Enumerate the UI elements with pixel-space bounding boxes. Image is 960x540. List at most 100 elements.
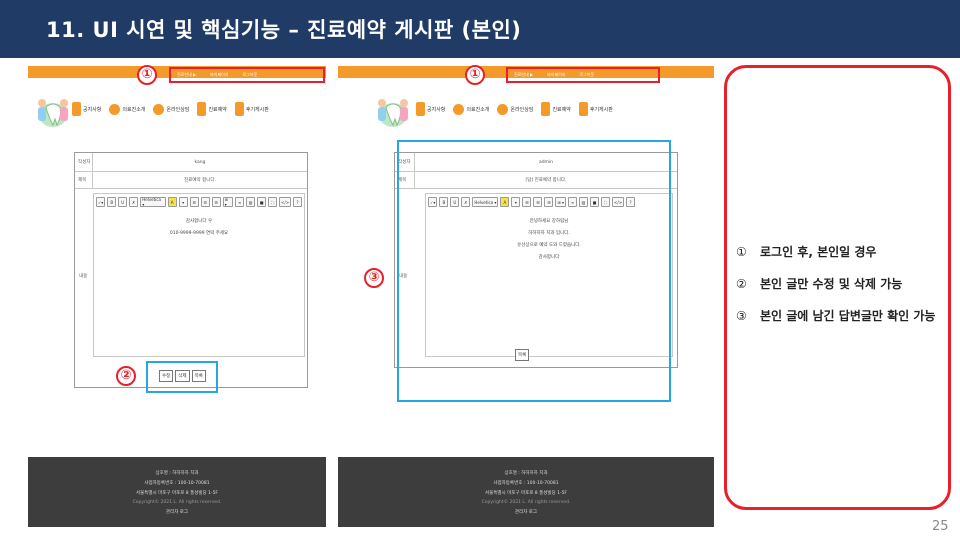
subject-row: 제목 진료예약 합니다. xyxy=(75,172,307,189)
ordered-list-button[interactable]: ☰ xyxy=(200,197,210,207)
page-number: 25 xyxy=(932,519,949,534)
feature-note: ① 로그인 후, 본인일 경우 xyxy=(736,236,946,268)
note-number: ③ xyxy=(736,309,747,323)
clinic-logo-icon xyxy=(38,99,68,127)
clinic-logo-icon xyxy=(378,99,408,127)
footer-admin-link[interactable]: 관리자 로그 xyxy=(515,509,537,515)
note-number: ① xyxy=(736,245,747,259)
align-button[interactable]: ☰ xyxy=(211,197,221,207)
content-label: 내용 xyxy=(79,274,88,279)
list-icon xyxy=(234,102,244,116)
footer-admin-link[interactable]: 관리자 로그 xyxy=(166,509,188,515)
note-text: 본인 글만 수정 및 삭제 가능 xyxy=(760,277,903,291)
nav-item-reservation[interactable]: 진료예약 xyxy=(197,102,227,116)
highlight-buttons-box xyxy=(146,361,218,393)
footer-company: 상호명 : 하하하하 치과 xyxy=(504,470,548,476)
nav-label: 진료예약 xyxy=(552,106,571,113)
slide-title: 11. UI 시연 및 핵심기능 – 진료예약 게시판 (본인) xyxy=(46,18,522,42)
style-button[interactable]: ✓▾ xyxy=(96,197,106,207)
nav-item-consult[interactable]: 온라인상담 xyxy=(497,103,534,115)
author-row: 작성자 kang xyxy=(75,153,307,172)
plus-icon xyxy=(109,103,121,115)
footer-company: 상호명 : 하하하하 치과 xyxy=(155,470,199,476)
nav-label: 온라인상담 xyxy=(166,106,190,113)
main-nav: 공지사항 의료진소개 온라인상담 진료예약 후기게시판 xyxy=(72,102,269,116)
nav-item-reviews[interactable]: 후기게시판 xyxy=(578,102,613,116)
table-button[interactable]: ⊞ ▾ xyxy=(222,197,234,207)
breadcrumb-item[interactable]: 진료안내 ▶ xyxy=(177,72,196,78)
nav-label: 온라인상담 xyxy=(510,106,534,113)
breadcrumb-item[interactable]: 로그아웃 xyxy=(242,72,257,78)
breadcrumb-item[interactable]: 진료안내 ▶ xyxy=(514,72,533,78)
notice-icon xyxy=(416,102,425,116)
nav-label: 의료진소개 xyxy=(122,106,146,113)
nav-item-consult[interactable]: 온라인상담 xyxy=(153,103,190,115)
notice-icon xyxy=(72,102,81,116)
clear-format-button[interactable]: ✗ xyxy=(129,197,139,207)
post-form: 작성자 kang 제목 진료예약 합니다. 내용 ✓▾ B U ✗ Helvet… xyxy=(74,152,308,388)
nav-item-doctors[interactable]: 의료진소개 xyxy=(109,103,146,115)
person-icon xyxy=(153,103,165,115)
editor-content: 감사합니다 우 010-9999-9999 연락 주세요 xyxy=(94,218,304,236)
title-bar: 11. UI 시연 및 핵심기능 – 진료예약 게시판 (본인) xyxy=(0,0,960,58)
highlight-reply-box xyxy=(397,140,671,402)
nav-label: 공지사항 xyxy=(83,106,102,113)
nav-item-reviews[interactable]: 후기게시판 xyxy=(234,102,269,116)
nav-label: 의료진소개 xyxy=(466,106,490,113)
main-nav: 공지사항 의료진소개 온라인상담 진료예약 후기게시판 xyxy=(416,102,613,116)
author-label: 작성자 xyxy=(75,153,93,171)
nav-item-doctors[interactable]: 의료진소개 xyxy=(453,103,490,115)
feature-note: ③ 본인 글에 남긴 답변글만 확인 가능 xyxy=(736,300,946,332)
bold-button[interactable]: B xyxy=(107,197,117,207)
footer-address: 서울특별시 마포구 마포로 8 풍성빌딩 1-5F xyxy=(135,490,219,496)
nav-item-reservation[interactable]: 진료예약 xyxy=(541,102,571,116)
site-footer: 상호명 : 하하하하 치과 사업자등록번호 : 100-10-70081 서울특… xyxy=(28,457,326,527)
content-editor[interactable]: ✓▾ B U ✗ Helvetica ▾ A ▾ ☰ ☰ ☰ ⊞ ▾ ∞ ▨ ■… xyxy=(93,193,305,357)
unordered-list-button[interactable]: ☰ xyxy=(189,197,199,207)
nav-label: 후기게시판 xyxy=(589,106,613,113)
color-dropdown[interactable]: ▾ xyxy=(178,197,188,207)
video-button[interactable]: ■ xyxy=(257,197,267,207)
screenshot-author-view: 진료안내 ▶ 마이페이지 로그아웃 ① 공지사항 의료진소개 온라인상담 진료예… xyxy=(28,65,326,528)
feature-notes-box: ① 로그인 후, 본인일 경우 ② 본인 글만 수정 및 삭제 가능 ③ 본인 … xyxy=(724,65,951,510)
tooth-icon xyxy=(541,102,551,116)
subject-value: 진료예약 합니다. xyxy=(184,178,216,183)
callout-badge-2: ② xyxy=(116,366,136,386)
help-button[interactable]: ? xyxy=(293,197,302,207)
nav-label: 진료예약 xyxy=(208,106,227,113)
breadcrumb-item[interactable]: 마이페이지 xyxy=(547,72,565,78)
breadcrumb-item[interactable]: 로그아웃 xyxy=(579,72,594,78)
breadcrumb: 진료안내 ▶ 마이페이지 로그아웃 xyxy=(506,67,660,83)
breadcrumb: 진료안내 ▶ 마이페이지 로그아웃 xyxy=(169,67,325,83)
tooth-icon xyxy=(197,102,207,116)
screenshot-reply-view: 진료안내 ▶ 마이페이지 로그아웃 ① 공지사항 의료진소개 온라인상담 진료예… xyxy=(338,65,714,528)
code-view-button[interactable]: </> xyxy=(279,197,291,207)
note-text: 로그인 후, 본인일 경우 xyxy=(760,245,877,259)
person-icon xyxy=(497,103,509,115)
nav-label: 후기게시판 xyxy=(245,106,269,113)
link-button[interactable]: ∞ xyxy=(235,197,245,207)
plus-icon xyxy=(453,103,465,115)
site-footer: 상호명 : 하하하하 치과 사업자등록번호 : 100-10-70081 서울특… xyxy=(338,457,714,527)
fullscreen-button[interactable]: ⛶ xyxy=(268,197,278,207)
editor-toolbar: ✓▾ B U ✗ Helvetica ▾ A ▾ ☰ ☰ ☰ ⊞ ▾ ∞ ▨ ■… xyxy=(96,196,302,208)
footer-business-number: 사업자등록번호 : 100-10-70081 xyxy=(493,480,559,486)
nav-label: 공지사항 xyxy=(427,106,446,113)
image-button[interactable]: ▨ xyxy=(246,197,256,207)
footer-copyright: Copyright© 2021 L. All rights reserved. xyxy=(132,499,222,505)
subject-label: 제목 xyxy=(75,172,93,188)
feature-notes-list: ① 로그인 후, 본인일 경우 ② 본인 글만 수정 및 삭제 가능 ③ 본인 … xyxy=(736,236,946,332)
list-icon xyxy=(578,102,588,116)
callout-badge-1: ① xyxy=(465,65,485,85)
footer-copyright: Copyright© 2021 L. All rights reserved. xyxy=(481,499,571,505)
underline-button[interactable]: U xyxy=(118,197,128,207)
callout-badge-3: ③ xyxy=(364,268,384,288)
content-line: 감사합니다 우 xyxy=(185,219,213,224)
nav-item-notice[interactable]: 공지사항 xyxy=(416,102,445,116)
font-color-button[interactable]: A xyxy=(167,197,177,207)
breadcrumb-item[interactable]: 마이페이지 xyxy=(210,72,228,78)
nav-item-notice[interactable]: 공지사항 xyxy=(72,102,101,116)
note-number: ② xyxy=(736,277,747,291)
font-select[interactable]: Helvetica ▾ xyxy=(140,197,166,207)
footer-address: 서울특별시 마포구 마포로 8 풍성빌딩 1-5F xyxy=(484,490,568,496)
